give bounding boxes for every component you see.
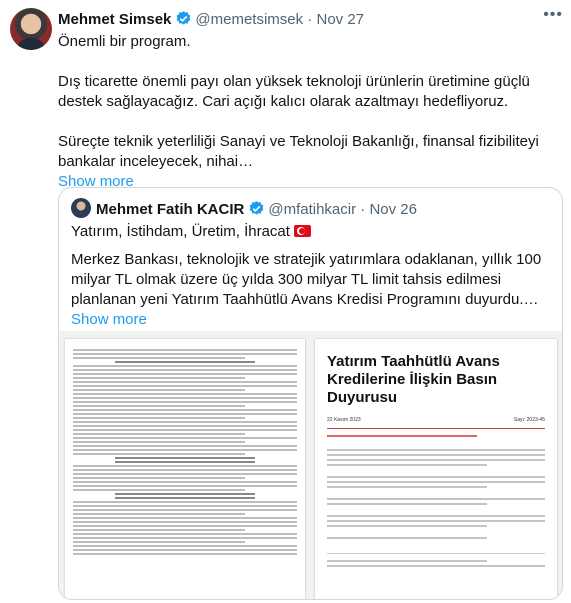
quoted-tweet[interactable]: Mehmet Fatih KACIR @mfatihkacir · Nov 26 …: [58, 187, 563, 600]
document-page-right: Yatırım Taahhütlü Avans Kredilerine İliş…: [315, 339, 557, 599]
quoted-tweet-date[interactable]: Nov 26: [369, 201, 417, 218]
document-page-left: [65, 339, 305, 599]
quoted-show-more-link[interactable]: Show more: [71, 310, 553, 330]
author-avatar[interactable]: [10, 8, 52, 50]
press-release-date: 22 Kasım 2023: [327, 417, 361, 423]
turkey-flag-icon: [293, 225, 311, 237]
author-name[interactable]: Mehmet Simsek: [58, 11, 171, 28]
quoted-author-name[interactable]: Mehmet Fatih KACIR: [96, 201, 244, 218]
tweet-paragraph: Önemli bir program.: [58, 33, 191, 50]
quoted-header-separator: ·: [360, 201, 366, 218]
press-release-meta: 22 Kasım 2023 Sayı: 2023-45: [327, 417, 545, 423]
quoted-paragraph: Merkez Bankası, teknolojik ve stratejik …: [71, 251, 542, 308]
tweet-header: Mehmet Simsek @memetsimsek · Nov 27: [58, 10, 364, 33]
verified-badge-icon: [248, 200, 265, 223]
more-options-icon[interactable]: •••: [543, 6, 563, 24]
press-release-number: Sayı: 2023-45: [513, 417, 545, 423]
quoted-tweet-body: Merkez Bankası, teknolojik ve stratejik …: [71, 250, 553, 330]
tweet-body: Önemli bir program. Dış ticarette önemli…: [58, 32, 563, 192]
press-release-title: Yatırım Taahhütlü Avans Kredilerine İliş…: [327, 353, 500, 406]
tweet-date[interactable]: Nov 27: [316, 11, 364, 28]
attached-documents-image[interactable]: Yatırım Taahhütlü Avans Kredilerine İliş…: [59, 331, 562, 599]
quoted-first-line: Yatırım, İstihdam, Üretim, İhracat: [71, 222, 311, 242]
quoted-author-handle[interactable]: @mfatihkacir: [268, 201, 356, 218]
verified-badge-icon: [175, 10, 192, 33]
tweet-paragraph: Dış ticarette önemli payı olan yüksek te…: [58, 73, 530, 110]
header-separator: ·: [307, 11, 313, 28]
quoted-topic-text: Yatırım, İstihdam, Üretim, İhracat: [71, 223, 290, 240]
tweet-paragraph: Süreçte teknik yeterliliği Sanayi ve Tek…: [58, 133, 539, 170]
quoted-author-avatar[interactable]: [71, 198, 91, 218]
author-handle[interactable]: @memetsimsek: [195, 11, 303, 28]
quoted-tweet-header: Mehmet Fatih KACIR @mfatihkacir · Nov 26: [71, 198, 417, 223]
